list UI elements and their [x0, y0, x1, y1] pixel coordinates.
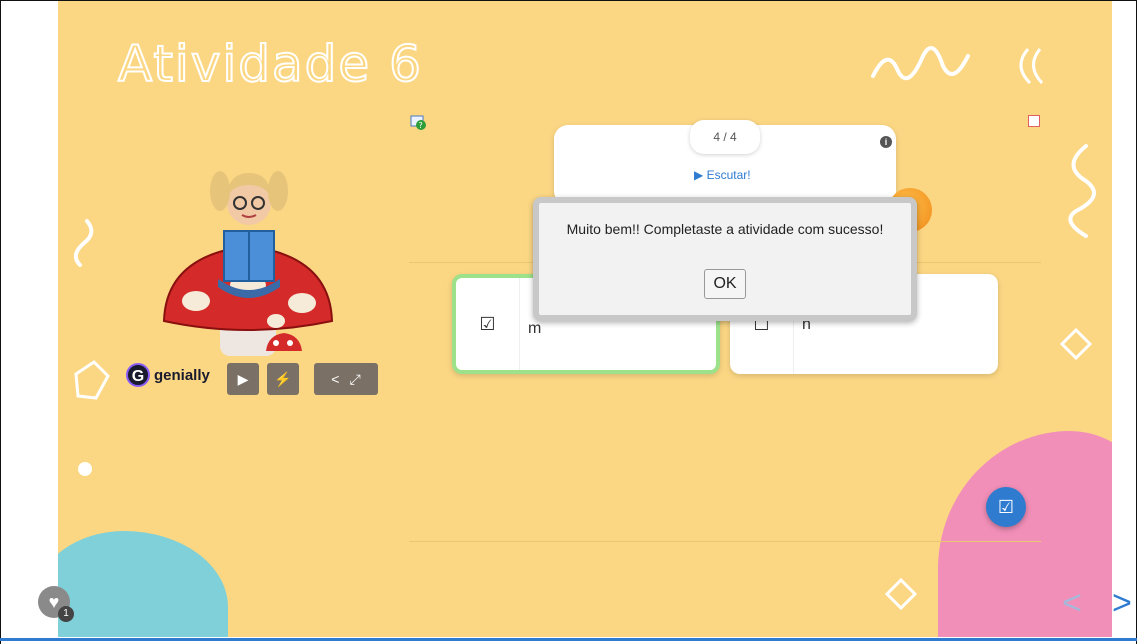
arcs-doodle [1019, 48, 1044, 85]
info-icon[interactable]: i [880, 136, 892, 148]
spiral-doodle [73, 219, 94, 267]
mute-button[interactable]: ⚡ [267, 363, 299, 395]
mute-icon: ⚡ [274, 370, 292, 387]
check-answer-button[interactable]: ☑ [986, 487, 1026, 527]
help-icon[interactable]: ? [410, 114, 426, 130]
tag-doodle [74, 360, 110, 400]
character-illustration [162, 171, 334, 356]
share-icon[interactable]: < [331, 371, 339, 387]
option-label: m [528, 320, 542, 337]
listen-link[interactable]: ▶ Escutar! [694, 168, 751, 182]
zigzag-doodle [871, 46, 970, 81]
checked-box-icon[interactable]: ☑ [456, 278, 520, 370]
previous-slide-icon[interactable]: < [1062, 584, 1082, 623]
pink-blob [938, 431, 1112, 637]
likes-count: 1 [58, 606, 74, 622]
divider-bottom [409, 541, 1041, 542]
diamond-doodle [1059, 327, 1093, 361]
dialog-message: Muito bem!! Completaste a atividade com … [566, 221, 884, 237]
svg-text:?: ? [419, 121, 423, 130]
question-counter: 4 / 4 [690, 120, 760, 154]
genially-logo[interactable]: G genially [126, 363, 210, 387]
white-dot [78, 462, 92, 476]
genially-brand: genially [154, 366, 210, 384]
diamond-doodle-bottom [884, 577, 918, 611]
slide: Atividade 6 G genially ▶ ⚡ < ⤢ ? 4 / 4 i… [58, 1, 1112, 637]
character-embed: G genially ▶ ⚡ < ⤢ [116, 161, 380, 397]
next-slide-icon[interactable]: > [1112, 584, 1132, 623]
play-icon: ▶ [237, 370, 249, 387]
share-fullscreen-controls[interactable]: < ⤢ [314, 363, 378, 395]
ok-button[interactable]: OK [704, 269, 746, 299]
squiggle-doodle [1068, 144, 1096, 238]
fullscreen-icon[interactable]: ⤢ [349, 371, 360, 388]
play-button[interactable]: ▶ [227, 363, 259, 395]
slide-title: Atividade 6 [117, 34, 423, 94]
teal-blob [58, 531, 228, 637]
close-activity-icon[interactable] [1028, 115, 1040, 127]
bottom-accent-line [0, 638, 1137, 641]
success-dialog: Muito bem!! Completaste a atividade com … [533, 197, 917, 321]
genially-icon: G [126, 363, 150, 387]
